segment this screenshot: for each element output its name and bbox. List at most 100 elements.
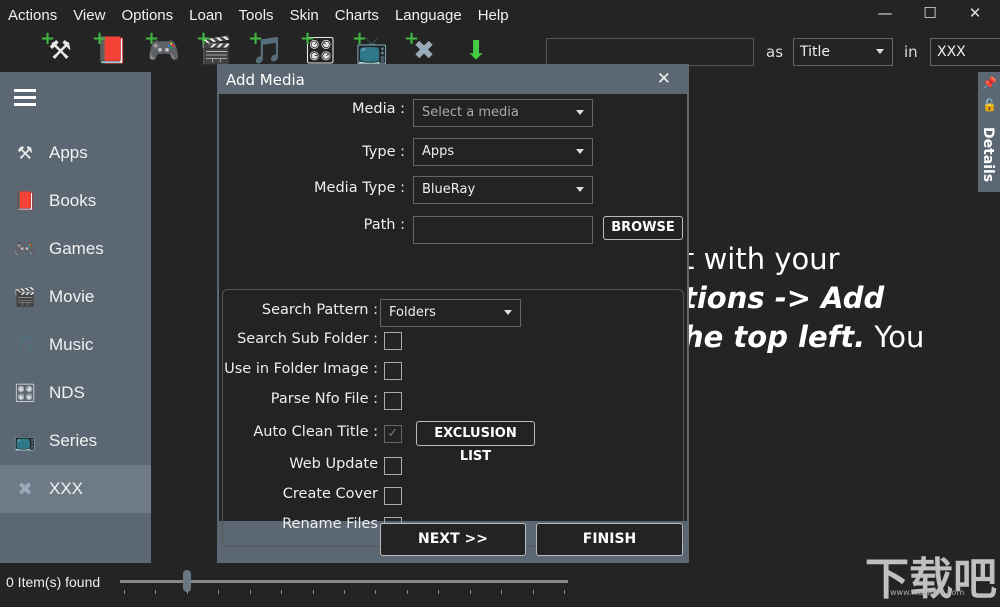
- path-label: Path :: [363, 217, 405, 233]
- media-type-label: Media Type :: [314, 180, 405, 196]
- slider-tick: [501, 590, 503, 594]
- search-category-value: XXX: [937, 44, 966, 60]
- sidebar-item-apps[interactable]: ⚒ Apps: [0, 129, 151, 177]
- zoom-slider-thumb[interactable]: [183, 570, 192, 592]
- rename-files-label: Rename Files: [282, 516, 378, 532]
- sidebar-item-books[interactable]: 📕 Books: [0, 177, 151, 225]
- details-label: Details: [980, 127, 996, 183]
- web-update-label: Web Update: [289, 456, 378, 472]
- slider-tick: [344, 590, 345, 594]
- chevron-down-icon: [876, 49, 884, 54]
- welcome-text-line3: he top left. You: [683, 320, 924, 354]
- menu-view[interactable]: View: [73, 7, 105, 24]
- search-pattern-select[interactable]: Folders: [380, 299, 521, 327]
- slider-tick: [155, 590, 157, 594]
- pin-icon[interactable]: 📌: [982, 76, 997, 90]
- in-label: in: [904, 43, 918, 61]
- exclusion-list-button[interactable]: EXCLUSION LIST: [416, 421, 535, 464]
- details-panel-tab[interactable]: 📌 🔓 Details: [978, 72, 1000, 192]
- sidebar-item-movie[interactable]: 🎬 Movie: [0, 273, 151, 321]
- search-input[interactable]: [546, 38, 754, 66]
- browse-button[interactable]: BROWSE: [603, 216, 683, 240]
- slider-tick: [406, 590, 408, 594]
- welcome-text-line2: tions -> Add: [683, 281, 885, 315]
- options-group: Search Pattern : Folders Search Sub Fold…: [222, 289, 684, 547]
- slider-tick: [312, 590, 314, 594]
- add-apps-button[interactable]: + ⚒: [40, 30, 80, 70]
- slider-tick: [186, 590, 188, 594]
- add-games-button[interactable]: + 🎮: [144, 30, 184, 70]
- slider-tick: [532, 590, 534, 594]
- search-field-value: Title: [800, 44, 831, 60]
- chevron-down-icon: [576, 110, 584, 115]
- menu-options[interactable]: Options: [121, 7, 173, 24]
- menu-actions[interactable]: Actions: [8, 7, 57, 24]
- sidebar-item-label: Series: [49, 431, 98, 450]
- welcome-text-line1: t with your: [683, 242, 840, 276]
- media-select[interactable]: Select a media: [413, 99, 593, 127]
- close-window-button[interactable]: ✕: [960, 4, 990, 26]
- sidebar-item-label: Books: [49, 191, 97, 210]
- menu-help[interactable]: Help: [478, 7, 509, 24]
- search-field-select[interactable]: Title: [793, 38, 893, 66]
- slider-tick: [249, 590, 251, 594]
- search-sub-folder-checkbox[interactable]: [384, 332, 402, 350]
- media-type-value: BlueRay: [422, 182, 476, 197]
- slider-tick: [438, 590, 440, 594]
- download-icon: ⬇: [465, 36, 487, 66]
- slider-tick: [564, 590, 565, 594]
- movie-icon: 🎬: [13, 286, 37, 308]
- zoom-slider[interactable]: [120, 570, 568, 594]
- path-input[interactable]: [413, 216, 593, 244]
- create-cover-checkbox[interactable]: [384, 487, 402, 505]
- add-books-button[interactable]: + 📕: [92, 30, 132, 70]
- hamburger-menu-icon[interactable]: [14, 89, 36, 110]
- search-pattern-label: Search Pattern :: [261, 302, 378, 318]
- chevron-down-icon: [576, 187, 584, 192]
- create-cover-label: Create Cover: [282, 486, 378, 502]
- dialog-close-icon[interactable]: ✕: [657, 69, 671, 89]
- search-sub-folder-label: Search Sub Folder :: [237, 331, 378, 347]
- slider-tick: [469, 590, 471, 594]
- sidebar-item-series[interactable]: 📺 Series: [0, 417, 151, 465]
- minimize-button[interactable]: —: [870, 4, 900, 26]
- sidebar-item-xxx[interactable]: ✖ XXX: [0, 465, 151, 513]
- use-in-folder-image-checkbox[interactable]: [384, 362, 402, 380]
- as-label: as: [766, 43, 784, 61]
- slider-tick: [281, 590, 283, 594]
- sidebar-item-label: NDS: [49, 383, 85, 402]
- menu-language[interactable]: Language: [395, 7, 462, 24]
- type-value: Apps: [422, 144, 455, 159]
- xxx-icon: ✖: [17, 478, 33, 500]
- maximize-button[interactable]: ☐: [915, 4, 945, 26]
- sidebar-item-label: Apps: [49, 143, 88, 162]
- auto-clean-title-checkbox[interactable]: ✓: [384, 425, 402, 443]
- sidebar-item-music[interactable]: 🎵 Music: [0, 321, 151, 369]
- sidebar-item-label: Music: [49, 335, 94, 354]
- slider-tick: [218, 590, 220, 594]
- menu-loan[interactable]: Loan: [189, 7, 222, 24]
- media-type-select[interactable]: BlueRay: [413, 176, 593, 204]
- sidebar-item-nds[interactable]: 🎛 NDS: [0, 369, 151, 417]
- menu-tools[interactable]: Tools: [239, 7, 274, 24]
- chevron-down-icon: [576, 149, 584, 154]
- search-category-select[interactable]: XXX: [930, 38, 1000, 66]
- parse-nfo-file-checkbox[interactable]: [384, 392, 402, 410]
- slider-tick: [375, 590, 377, 594]
- watermark-logo: 下载吧: [865, 554, 997, 605]
- items-found-status: 0 Item(s) found: [6, 574, 101, 590]
- menu-charts[interactable]: Charts: [335, 7, 379, 24]
- dialog-title: Add Media: [226, 71, 305, 89]
- welcome-text-rest: You: [865, 320, 925, 354]
- next-button[interactable]: NEXT >>: [380, 523, 526, 556]
- menu-skin[interactable]: Skin: [290, 7, 319, 24]
- sidebar-item-games[interactable]: 🎮 Games: [0, 225, 151, 273]
- auto-clean-title-label: Auto Clean Title :: [253, 424, 378, 440]
- lock-icon[interactable]: 🔓: [982, 98, 997, 112]
- type-select[interactable]: Apps: [413, 138, 593, 166]
- add-media-dialog: Add Media ✕ Media : Select a media Type …: [217, 64, 689, 563]
- finish-button[interactable]: FINISH: [536, 523, 683, 556]
- web-update-checkbox[interactable]: [384, 457, 402, 475]
- search-pattern-value: Folders: [389, 305, 436, 320]
- type-label: Type :: [362, 144, 405, 160]
